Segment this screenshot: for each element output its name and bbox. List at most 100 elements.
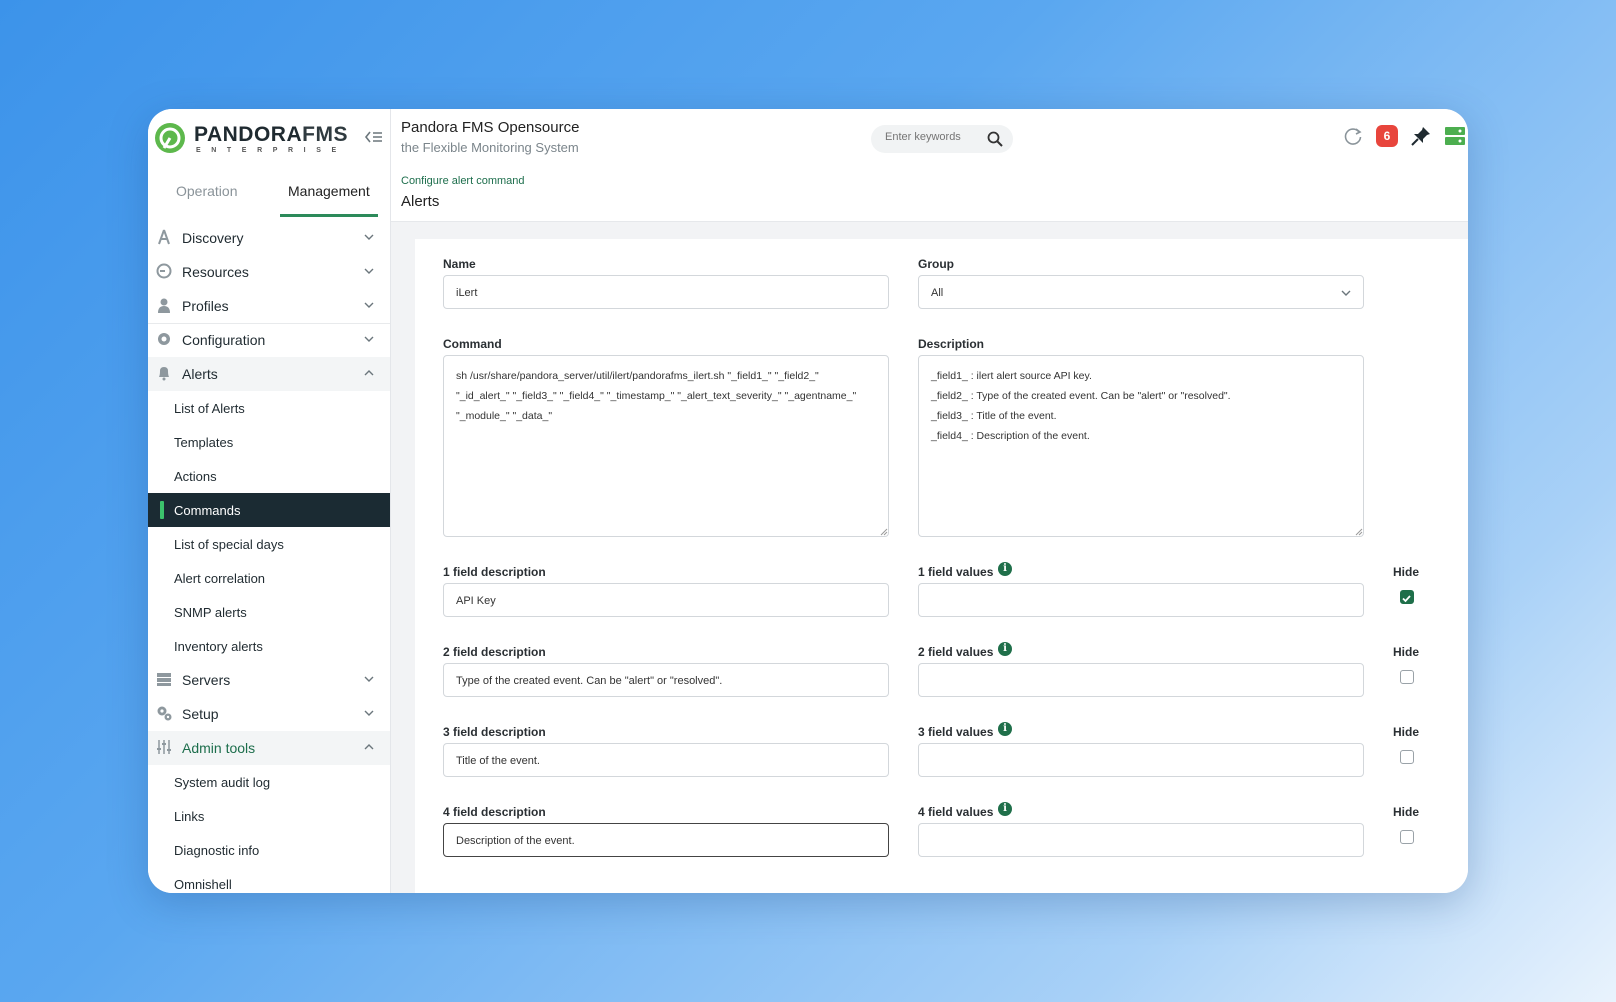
chevron-down-icon xyxy=(364,710,374,716)
breadcrumb[interactable]: Configure alert command xyxy=(401,175,525,187)
pin-icon[interactable] xyxy=(1410,125,1432,147)
logo[interactable]: PANDORAFMS ENTERPRISE xyxy=(148,109,390,169)
sidebar-item-admin-tools[interactable]: Admin tools xyxy=(148,731,390,765)
field4-description-input[interactable]: Description of the event. xyxy=(443,823,889,857)
sidebar-subitem-list-of-alerts[interactable]: List of Alerts xyxy=(148,391,390,425)
field4-values-input[interactable] xyxy=(918,823,1364,857)
sidebar-item-profiles[interactable]: Profiles xyxy=(148,289,390,323)
search-icon[interactable] xyxy=(987,131,1003,147)
field4-hide-label: Hide xyxy=(1393,805,1420,819)
sidebar-item-alerts[interactable]: Alerts xyxy=(148,357,390,391)
group-selected-value: All xyxy=(931,287,944,299)
field4-hide-checkbox[interactable] xyxy=(1400,830,1414,844)
server-status-icon[interactable] xyxy=(1444,125,1466,147)
sidebar-subitem-omnishell[interactable]: Omnishell xyxy=(148,867,390,893)
field3-values-input[interactable] xyxy=(918,743,1364,777)
name-input[interactable]: iLert xyxy=(443,275,889,309)
discovery-icon xyxy=(158,229,170,245)
sliders-icon xyxy=(157,740,171,754)
user-icon xyxy=(158,298,170,313)
page-title: Alerts xyxy=(401,193,440,210)
brand-subtitle: ENTERPRISE xyxy=(196,147,347,154)
chevron-down-icon xyxy=(364,268,374,274)
field1-description-label: 1 field description xyxy=(443,565,546,579)
sidebar-subitem-diagnostic-info[interactable]: Diagnostic info xyxy=(148,833,390,867)
sidebar-tabs: Operation Management xyxy=(148,171,390,217)
field1-hide-label: Hide xyxy=(1393,565,1420,579)
sidebar-item-servers[interactable]: Servers xyxy=(148,663,390,697)
chevron-down-icon xyxy=(364,234,374,240)
notification-badge[interactable]: 6 xyxy=(1376,125,1398,147)
active-indicator xyxy=(160,501,164,519)
field3-description-label: 3 field description xyxy=(443,725,546,739)
sidebar-item-discovery[interactable]: Discovery xyxy=(148,221,390,255)
field2-values-label: 2 field values xyxy=(918,645,994,659)
sidebar-subitem-special-days[interactable]: List of special days xyxy=(148,527,390,561)
command-label: Command xyxy=(443,337,502,351)
pandora-logo-icon xyxy=(155,123,185,153)
collapse-menu-icon[interactable] xyxy=(364,129,384,145)
tab-operation[interactable]: Operation xyxy=(176,183,237,199)
field3-values-label: 3 field values xyxy=(918,725,994,739)
bell-icon xyxy=(159,367,169,381)
field3-hide-label: Hide xyxy=(1393,725,1420,739)
top-header: Pandora FMS Opensource the Flexible Moni… xyxy=(391,109,1468,222)
resize-handle-icon[interactable] xyxy=(880,528,888,536)
brand-name: PANDORAFMS xyxy=(194,123,348,146)
field2-description-input[interactable]: Type of the created event. Can be "alert… xyxy=(443,663,889,697)
field1-hide-checkbox[interactable] xyxy=(1400,590,1414,604)
name-label: Name xyxy=(443,257,476,271)
info-icon[interactable]: i xyxy=(998,802,1012,816)
chevron-down-icon xyxy=(1341,290,1351,296)
chevron-up-icon xyxy=(364,370,374,376)
info-icon[interactable]: i xyxy=(998,642,1012,656)
gear-icon xyxy=(158,333,170,345)
sidebar-item-resources[interactable]: Resources xyxy=(148,255,390,289)
checkmark-icon xyxy=(1402,595,1411,603)
field2-description-label: 2 field description xyxy=(443,645,546,659)
field2-hide-checkbox[interactable] xyxy=(1400,670,1414,684)
group-label: Group xyxy=(918,257,954,271)
field2-hide-label: Hide xyxy=(1393,645,1420,659)
tab-management[interactable]: Management xyxy=(288,183,370,199)
sidebar-item-setup[interactable]: Setup xyxy=(148,697,390,731)
sidebar-subitem-templates[interactable]: Templates xyxy=(148,425,390,459)
chevron-down-icon xyxy=(364,336,374,342)
info-icon[interactable]: i xyxy=(998,722,1012,736)
header-subtitle: the Flexible Monitoring System xyxy=(401,140,579,155)
resources-icon xyxy=(156,263,172,279)
sidebar-subitem-commands[interactable]: Commands xyxy=(148,493,390,527)
sidebar-subitem-alert-correlation[interactable]: Alert correlation xyxy=(148,561,390,595)
description-textarea[interactable]: _field1_ : ilert alert source API key. _… xyxy=(918,355,1364,537)
alert-command-form: Name iLert Group All Command sh /usr/sha… xyxy=(415,239,1468,893)
field3-description-input[interactable]: Title of the event. xyxy=(443,743,889,777)
cogs-icon xyxy=(157,706,172,721)
field2-values-input[interactable] xyxy=(918,663,1364,697)
chevron-down-icon xyxy=(364,302,374,308)
field4-values-label: 4 field values xyxy=(918,805,994,819)
sidebar-subitem-inventory-alerts[interactable]: Inventory alerts xyxy=(148,629,390,663)
field3-hide-checkbox[interactable] xyxy=(1400,750,1414,764)
search-input[interactable] xyxy=(883,130,987,144)
active-tab-indicator xyxy=(280,214,378,217)
app-window: PANDORAFMS ENTERPRISE Operation Manageme… xyxy=(148,109,1468,893)
resize-handle-icon[interactable] xyxy=(1355,528,1363,536)
chevron-down-icon xyxy=(364,676,374,682)
command-textarea[interactable]: sh /usr/share/pandora_server/util/ilert/… xyxy=(443,355,889,537)
description-label: Description xyxy=(918,337,985,351)
sidebar-subitem-actions[interactable]: Actions xyxy=(148,459,390,493)
group-select[interactable]: All xyxy=(918,275,1364,309)
sidebar-subitem-links[interactable]: Links xyxy=(148,799,390,833)
chevron-up-icon xyxy=(364,744,374,750)
field4-description-label: 4 field description xyxy=(443,805,546,819)
info-icon[interactable]: i xyxy=(998,562,1012,576)
field1-description-input[interactable]: API Key xyxy=(443,583,889,617)
sidebar-item-configuration[interactable]: Configuration xyxy=(148,323,390,357)
server-icon xyxy=(157,673,171,686)
search-box xyxy=(871,125,1013,153)
field1-values-input[interactable] xyxy=(918,583,1364,617)
sidebar-subitem-snmp-alerts[interactable]: SNMP alerts xyxy=(148,595,390,629)
sidebar-subitem-system-audit-log[interactable]: System audit log xyxy=(148,765,390,799)
refresh-icon[interactable] xyxy=(1342,125,1364,147)
sidebar: PANDORAFMS ENTERPRISE Operation Manageme… xyxy=(148,109,391,893)
